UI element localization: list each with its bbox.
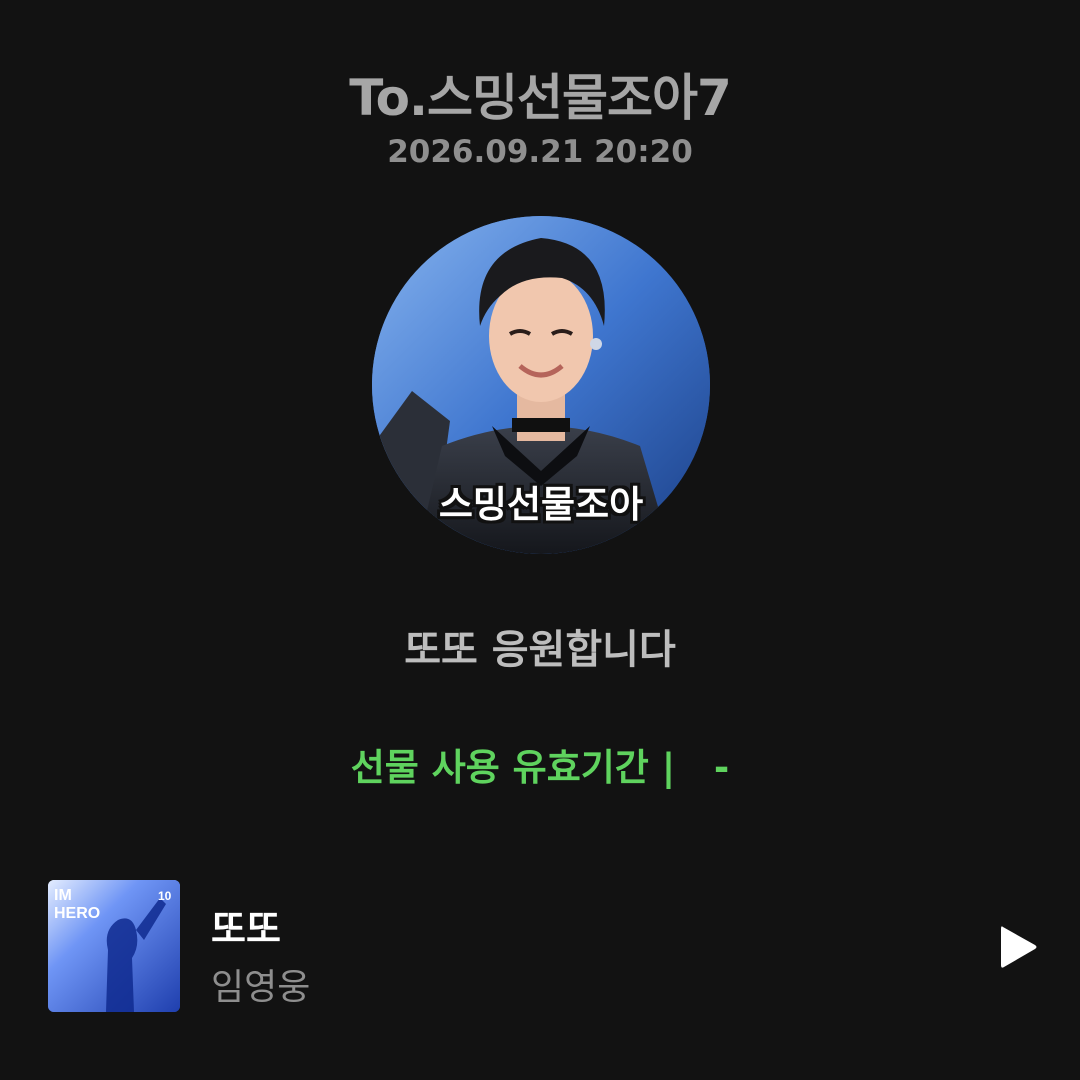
- track-player[interactable]: IM HERO 10 또또 임영웅: [48, 880, 1048, 1013]
- album-art-image: IM HERO 10: [48, 880, 180, 1012]
- avatar-caption: 스밍선물조아: [438, 483, 644, 526]
- svg-text:HERO: HERO: [54, 905, 100, 922]
- album-art: IM HERO 10: [48, 880, 180, 1012]
- svg-text:IM: IM: [54, 887, 72, 904]
- sender-avatar: 스밍선물조아: [372, 216, 710, 554]
- gift-validity-period: 선물 사용 유효기간 | -: [350, 746, 730, 789]
- gift-message: 또또 응원합니다: [404, 627, 676, 673]
- track-title: 또또: [211, 907, 281, 951]
- svg-text:10: 10: [158, 889, 172, 903]
- play-icon: [1001, 926, 1037, 968]
- track-artist: 임영웅: [211, 967, 311, 1008]
- play-button[interactable]: [993, 923, 1041, 971]
- gift-timestamp: 2026.09.21 20:20: [387, 134, 693, 170]
- gift-card-page: To.스밍선물조아7 2026.09.21 20:20 스밍선물조아 또또 응원…: [0, 0, 1080, 1080]
- recipient-title: To.스밍선물조아7: [349, 69, 732, 127]
